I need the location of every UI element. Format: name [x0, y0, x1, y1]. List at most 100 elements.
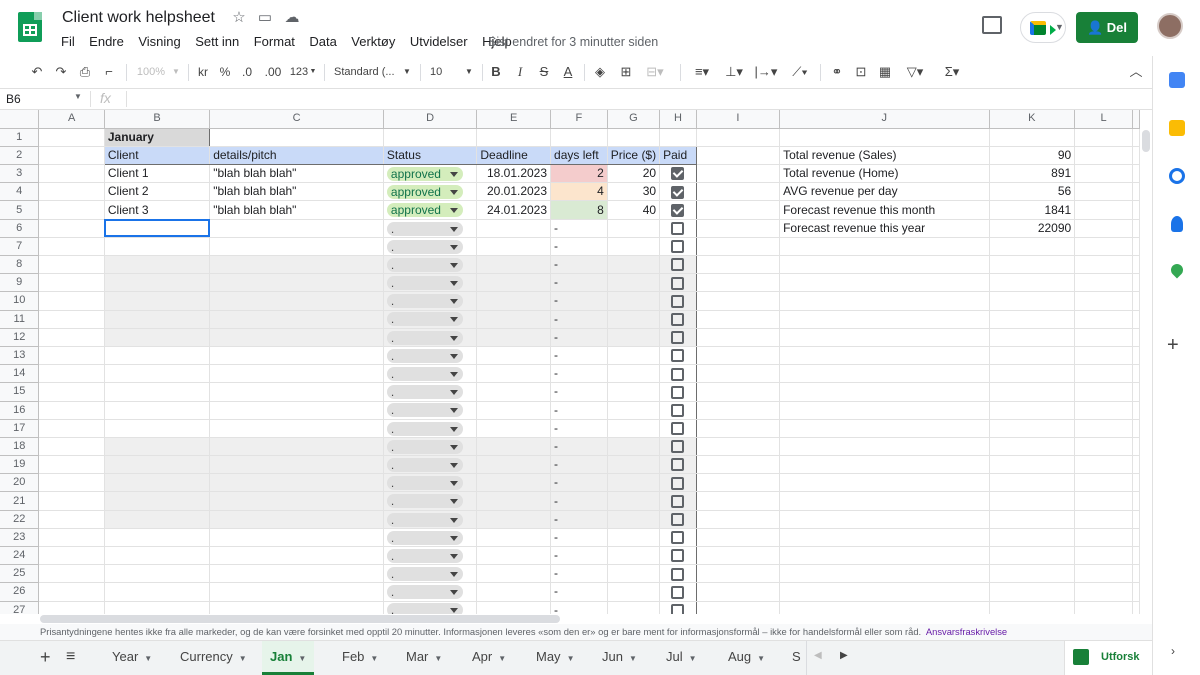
cell[interactable] [103, 510, 211, 529]
cell[interactable] [606, 346, 661, 366]
cell[interactable] [779, 273, 990, 293]
days-left-cell[interactable]: - [550, 491, 608, 511]
summary-value[interactable]: 56 [989, 182, 1076, 202]
row-header[interactable]: 6 [0, 219, 40, 238]
cell[interactable]: . [383, 455, 478, 475]
paid-checkbox[interactable] [671, 240, 685, 254]
cell[interactable] [779, 528, 990, 548]
cell[interactable] [103, 491, 211, 511]
cell[interactable] [1132, 382, 1140, 402]
cell[interactable] [696, 237, 781, 257]
cell[interactable] [659, 510, 697, 529]
font-family-select[interactable]: Standard (... [334, 63, 400, 81]
cell[interactable] [1074, 601, 1133, 614]
cell[interactable] [696, 601, 781, 614]
column-header[interactable]: E [476, 110, 552, 129]
days-left-cell[interactable]: 8 [550, 200, 608, 220]
cell[interactable] [38, 401, 105, 420]
cell[interactable]: . [383, 328, 478, 347]
days-left-cell[interactable]: - [550, 291, 608, 311]
column-header[interactable]: H [659, 110, 697, 129]
menu-extensions[interactable]: Utvidelser [410, 33, 468, 51]
cell[interactable] [476, 473, 552, 493]
strikethrough-icon[interactable]: S [536, 63, 552, 81]
bold-icon[interactable]: B [488, 63, 504, 81]
cell[interactable] [103, 328, 211, 347]
cell[interactable] [659, 382, 697, 402]
summary-value[interactable]: 90 [989, 146, 1076, 166]
status-dropdown[interactable]: . [386, 239, 463, 254]
row-header[interactable]: 8 [0, 255, 40, 275]
summary-label[interactable]: AVG revenue per day [779, 182, 990, 202]
cell[interactable] [659, 128, 697, 147]
cell[interactable] [607, 128, 661, 147]
vertical-align-icon[interactable]: ⊥▾ [720, 63, 748, 81]
cell[interactable] [103, 346, 211, 366]
paint-format-icon[interactable]: ⌐ [100, 63, 118, 81]
cell[interactable] [1074, 146, 1133, 166]
cell[interactable] [1132, 310, 1140, 329]
table-header-cell[interactable]: Paid [659, 145, 697, 166]
cell[interactable] [606, 601, 661, 614]
column-header[interactable] [1132, 110, 1140, 129]
cell[interactable] [209, 401, 384, 420]
cell[interactable] [659, 491, 697, 511]
cell[interactable] [606, 401, 661, 420]
cell[interactable] [659, 310, 697, 329]
paid-checkbox[interactable] [671, 385, 685, 399]
cell[interactable] [38, 182, 105, 202]
cell[interactable] [38, 128, 105, 147]
days-left-cell[interactable]: - [550, 601, 608, 614]
cell[interactable] [606, 528, 661, 548]
cell[interactable] [606, 310, 661, 329]
cell[interactable] [38, 546, 105, 566]
cell[interactable] [38, 582, 105, 602]
cell[interactable] [659, 237, 697, 257]
cell[interactable] [103, 291, 211, 311]
cell[interactable] [103, 401, 211, 420]
cell[interactable] [779, 364, 990, 384]
row-header[interactable]: 9 [0, 273, 40, 293]
redo-icon[interactable]: ↷ [52, 63, 70, 81]
menu-insert[interactable]: Sett inn [195, 33, 239, 51]
column-header[interactable]: G [607, 110, 661, 129]
cell[interactable] [779, 419, 990, 438]
cell[interactable] [989, 310, 1076, 329]
cell[interactable] [1074, 255, 1133, 275]
cell[interactable] [209, 437, 384, 457]
cell[interactable] [476, 364, 552, 384]
cell[interactable]: . [383, 546, 478, 566]
cell[interactable]: . [383, 237, 478, 257]
cell[interactable]: . [383, 473, 478, 493]
cell[interactable]: . [383, 419, 478, 438]
disclaimer-link[interactable]: Ansvarsfraskrivelse [926, 626, 1007, 637]
details-cell[interactable]: "blah blah blah" [209, 182, 384, 202]
client-cell[interactable]: Client 1 [103, 164, 211, 184]
row-header[interactable]: 11 [0, 310, 40, 329]
menu-data[interactable]: Data [309, 33, 336, 51]
cell[interactable] [38, 437, 105, 457]
column-header[interactable]: K [989, 110, 1076, 129]
cell[interactable] [38, 346, 105, 366]
column-header[interactable]: F [550, 110, 608, 129]
cell[interactable] [476, 419, 552, 438]
cell[interactable] [209, 510, 384, 529]
cell[interactable] [209, 582, 384, 602]
cell[interactable] [476, 455, 552, 475]
cell[interactable] [103, 601, 211, 614]
cell[interactable] [779, 582, 990, 602]
days-left-cell[interactable]: - [550, 219, 608, 238]
deadline-cell[interactable]: 20.01.2023 [476, 182, 552, 202]
cell[interactable] [989, 273, 1076, 293]
cell[interactable] [659, 437, 697, 457]
cell[interactable]: . [383, 437, 478, 457]
cell[interactable] [779, 310, 990, 329]
row-header[interactable]: 27 [0, 601, 40, 614]
keep-icon[interactable] [1169, 120, 1185, 136]
paid-checkbox[interactable] [671, 585, 685, 599]
cell[interactable] [696, 382, 781, 402]
cell[interactable] [606, 382, 661, 402]
cell[interactable] [1132, 128, 1140, 147]
last-edit-status[interactable]: Sist endret for 3 minutter siden [488, 33, 658, 51]
cell[interactable] [606, 582, 661, 602]
